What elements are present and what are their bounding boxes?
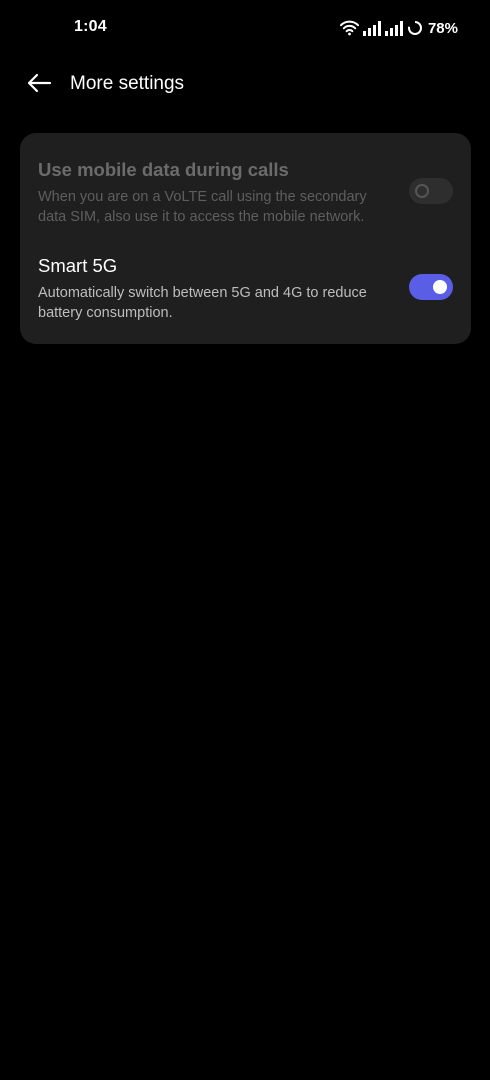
setting-mobile-data-during-calls: Use mobile data during calls When you ar… [20,158,471,230]
page-title: More settings [70,73,185,94]
setting-smart-5g: Smart 5G Automatically switch between 5G… [20,254,471,326]
battery-icon [407,20,423,36]
status-bar: 1:04 78% [0,0,490,56]
setting-description: Automatically switch between 5G and 4G t… [38,285,367,321]
mobile-data-during-calls-toggle[interactable] [409,178,453,204]
signal-icon [362,20,381,36]
toggle-knob [433,280,447,294]
toggle-knob [415,184,429,198]
smart-5g-toggle[interactable] [409,274,453,300]
setting-title: Smart 5G [38,255,118,276]
battery-percentage: 78% [427,19,458,37]
wifi-icon [339,20,359,36]
signal-icon [384,20,403,36]
settings-card: Use mobile data during calls When you ar… [20,133,471,344]
status-icons: 78% [339,17,458,39]
setting-description: When you are on a VoLTE call using the s… [38,189,367,225]
arrow-left-icon [26,73,52,98]
back-button[interactable] [22,68,56,102]
header: More settings [0,60,490,110]
setting-title: Use mobile data during calls [38,159,289,180]
status-time: 1:04 [74,18,107,35]
